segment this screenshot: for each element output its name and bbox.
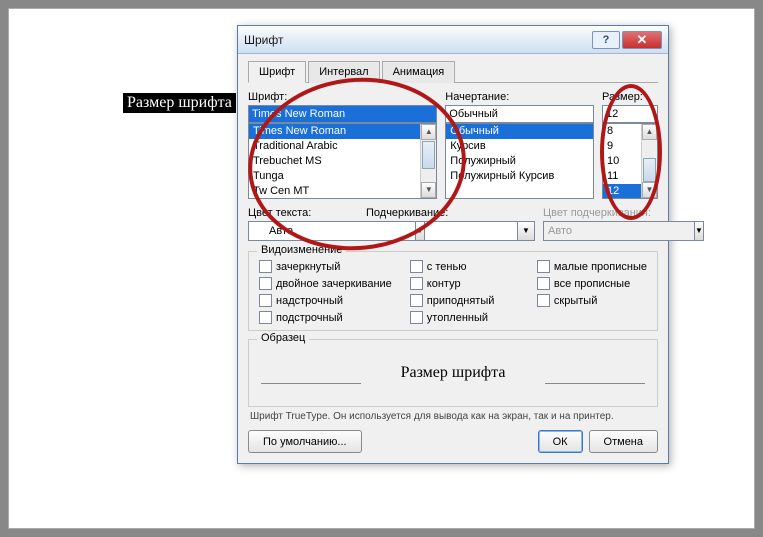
check-smallcaps[interactable]: малые прописные [537, 260, 647, 273]
size-label: Размер: [602, 91, 658, 103]
style-label: Начертание: [445, 91, 594, 103]
font-input[interactable] [248, 105, 437, 123]
preview-box: Образец Размер шрифта [248, 339, 658, 407]
font-color-value[interactable] [248, 221, 415, 241]
chevron-down-icon: ▼ [694, 221, 704, 241]
scroll-thumb[interactable] [422, 141, 435, 169]
list-item[interactable]: Tunga [249, 169, 436, 184]
scrollbar[interactable]: ▲ ▼ [641, 124, 657, 198]
underline-color-value [543, 221, 694, 241]
check-outline[interactable]: контур [410, 277, 519, 290]
scrollbar[interactable]: ▲ ▼ [420, 124, 436, 198]
check-superscript[interactable]: надстрочный [259, 294, 392, 307]
chevron-down-icon[interactable]: ▼ [415, 221, 425, 241]
font-dialog: Шрифт ? ✕ Шрифт Интервал Анимация Шрифт:… [237, 25, 669, 464]
chevron-down-icon[interactable]: ▼ [517, 221, 535, 241]
cancel-button[interactable]: Отмена [589, 430, 658, 453]
scroll-thumb[interactable] [643, 158, 656, 182]
tab-animation[interactable]: Анимация [382, 61, 456, 83]
effects-group: Видоизменение зачеркнутый двойное зачерк… [248, 251, 658, 331]
titlebar[interactable]: Шрифт ? ✕ [238, 26, 668, 54]
close-button[interactable]: ✕ [622, 31, 662, 49]
scroll-up-icon[interactable]: ▲ [421, 124, 436, 140]
list-item[interactable]: Полужирный Курсив [446, 169, 593, 184]
font-color-dropdown[interactable]: ▼ [248, 221, 358, 241]
tab-spacing[interactable]: Интервал [308, 61, 379, 83]
style-input[interactable] [445, 105, 594, 123]
check-double-strike[interactable]: двойное зачеркивание [259, 277, 392, 290]
preview-line [261, 383, 361, 384]
selected-text: Размер шрифта [123, 93, 236, 113]
underline-color-label: Цвет подчеркивания: [543, 207, 663, 219]
scroll-up-icon[interactable]: ▲ [642, 124, 657, 140]
list-item[interactable]: Tw Cen MT [249, 184, 436, 199]
check-engrave[interactable]: утопленный [410, 311, 519, 324]
font-listbox[interactable]: Times New Roman Traditional Arabic Trebu… [248, 123, 437, 199]
check-shadow[interactable]: с тенью [410, 260, 519, 273]
size-listbox[interactable]: 8 9 10 11 12 ▲ ▼ [602, 123, 658, 199]
preview-legend: Образец [257, 332, 309, 344]
list-item[interactable]: Trebuchet MS [249, 154, 436, 169]
check-hidden[interactable]: скрытый [537, 294, 647, 307]
dialog-title: Шрифт [244, 33, 590, 47]
underline-color-dropdown: ▼ [543, 221, 663, 241]
list-item[interactable]: Полужирный [446, 154, 593, 169]
check-strike[interactable]: зачеркнутый [259, 260, 392, 273]
list-item[interactable]: Обычный [446, 124, 593, 139]
check-emboss[interactable]: приподнятый [410, 294, 519, 307]
font-color-label: Цвет текста: [248, 207, 358, 219]
check-subscript[interactable]: подстрочный [259, 311, 392, 324]
tab-font[interactable]: Шрифт [248, 61, 306, 83]
truetype-hint: Шрифт TrueType. Он используется для выво… [250, 411, 656, 422]
check-allcaps[interactable]: все прописные [537, 277, 647, 290]
default-button[interactable]: По умолчанию... [248, 430, 362, 453]
list-item[interactable]: Курсив [446, 139, 593, 154]
preview-line [545, 383, 645, 384]
font-label: Шрифт: [248, 91, 437, 103]
preview-text: Размер шрифта [401, 364, 506, 382]
size-input[interactable] [602, 105, 658, 123]
ok-button[interactable]: ОК [538, 430, 583, 453]
tab-strip: Шрифт Интервал Анимация [248, 60, 658, 83]
underline-label: Подчеркивание: [366, 207, 535, 219]
help-button[interactable]: ? [592, 31, 620, 49]
scroll-down-icon[interactable]: ▼ [421, 182, 436, 198]
list-item[interactable]: Traditional Arabic [249, 139, 436, 154]
effects-legend: Видоизменение [257, 244, 346, 256]
scroll-down-icon[interactable]: ▼ [642, 182, 657, 198]
style-listbox[interactable]: Обычный Курсив Полужирный Полужирный Кур… [445, 123, 594, 199]
list-item[interactable]: Times New Roman [249, 124, 436, 139]
